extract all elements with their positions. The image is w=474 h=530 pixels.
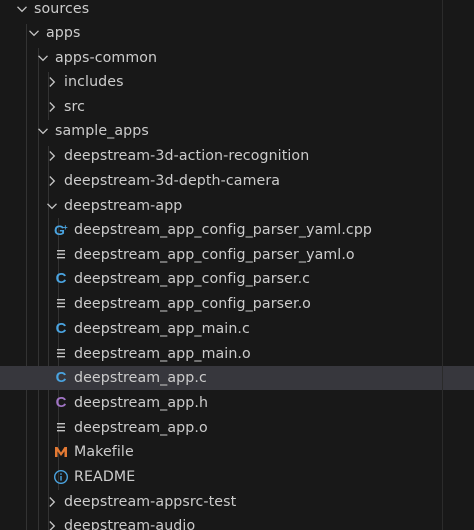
tree-folder-includes[interactable]: includes	[0, 70, 474, 94]
tree-file-deepstream-app-h[interactable]: C deepstream_app.h	[0, 391, 474, 415]
tree-folder-label: src	[64, 99, 86, 115]
c-file-icon: C	[55, 270, 67, 287]
tree-folder-sources[interactable]: sources	[0, 0, 456, 21]
tree-file-label: deepstream_app_config_parser_yaml.o	[74, 247, 355, 263]
tree-file-label: deepstream_app_config_parser_yaml.cpp	[74, 222, 373, 238]
tree-folder-deepstream-appsrc-test[interactable]: deepstream-appsrc-test	[0, 490, 474, 514]
tree-folder-label: deepstream-audio	[64, 518, 196, 530]
tree-folder-label: sources	[34, 1, 90, 17]
c-file-icon: C	[55, 369, 67, 386]
tree-file-deepstream-app-config-parser-c[interactable]: C deepstream_app_config_parser.c	[0, 267, 474, 291]
chevron-down-icon	[44, 198, 60, 214]
lines-file-icon	[53, 247, 69, 263]
h-file-icon: C	[55, 394, 67, 411]
tree-folder-deepstream-app[interactable]: deepstream-app	[0, 194, 474, 218]
tree-file-label: deepstream_app.c	[74, 370, 207, 386]
tree-folder-label: apps	[46, 25, 81, 41]
file-explorer: sources apps apps-common includes src sa…	[0, 0, 474, 530]
tree-file-label: deepstream_app.h	[74, 395, 209, 411]
tree-file-label: deepstream_app.o	[74, 420, 208, 436]
svg-text:+: +	[63, 223, 68, 232]
tree-file-label: deepstream_app_main.o	[74, 346, 251, 362]
chevron-right-icon	[44, 173, 60, 189]
tree-folder-label: deepstream-3d-depth-camera	[64, 173, 281, 189]
c-file-icon: C	[55, 320, 67, 337]
tree-file-deepstream-app-config-parser-yaml-o[interactable]: deepstream_app_config_parser_yaml.o	[0, 243, 474, 267]
tree-folder-label: deepstream-3d-action-recognition	[64, 148, 310, 164]
chevron-right-icon	[44, 148, 60, 164]
tree-file-deepstream-app-main-o[interactable]: deepstream_app_main.o	[0, 342, 474, 366]
lines-file-icon	[53, 420, 69, 436]
tree-folder-label: deepstream-appsrc-test	[64, 494, 237, 510]
tree-folder-apps[interactable]: apps	[0, 21, 468, 45]
chevron-right-icon	[44, 518, 60, 530]
cpp-file-icon: G +	[53, 222, 69, 238]
tree-folder-deepstream-audio[interactable]: deepstream-audio	[0, 514, 474, 530]
tree-file-deepstream-app-main-c[interactable]: C deepstream_app_main.c	[0, 317, 474, 341]
tree-folder-src[interactable]: src	[0, 95, 474, 119]
info-icon	[53, 469, 69, 485]
tree-folder-label: sample_apps	[55, 123, 149, 139]
tree-file-label: Makefile	[74, 444, 134, 460]
lines-file-icon	[53, 296, 69, 312]
tree-folder-label: includes	[64, 74, 124, 90]
tree-file-label: deepstream_app_main.c	[74, 321, 250, 337]
tree-file-deepstream-app-c[interactable]: C deepstream_app.c	[0, 366, 474, 390]
tree-file-deepstream-app-o[interactable]: deepstream_app.o	[0, 416, 474, 440]
tree-file-deepstream-app-config-parser-yaml-cpp[interactable]: G + deepstream_app_config_parser_yaml.cp…	[0, 218, 474, 242]
tree-file-label: deepstream_app_config_parser.o	[74, 296, 311, 312]
chevron-down-icon	[35, 50, 51, 66]
tree-file-deepstream-app-config-parser-o[interactable]: deepstream_app_config_parser.o	[0, 292, 474, 316]
tree-file-label: deepstream_app_config_parser.c	[74, 271, 311, 287]
tree-folder-deepstream-3d-action-recognition[interactable]: deepstream-3d-action-recognition	[0, 144, 474, 168]
chevron-down-icon	[14, 1, 30, 17]
chevron-down-icon	[26, 25, 42, 41]
panel-border	[442, 0, 443, 530]
tree-folder-sample-apps[interactable]: sample_apps	[0, 119, 474, 143]
tree-file-readme[interactable]: README	[0, 465, 474, 489]
chevron-right-icon	[44, 99, 60, 115]
chevron-down-icon	[35, 123, 51, 139]
tree-file-label: README	[74, 469, 136, 485]
chevron-right-icon	[44, 74, 60, 90]
tree-file-makefile[interactable]: Makefile	[0, 440, 474, 464]
tree-folder-label: deepstream-app	[64, 198, 183, 214]
chevron-right-icon	[44, 494, 60, 510]
tree-folder-apps-common[interactable]: apps-common	[0, 46, 474, 70]
tree-folder-label: apps-common	[55, 50, 158, 66]
makefile-icon	[53, 444, 69, 460]
lines-file-icon	[53, 346, 69, 362]
tree-folder-deepstream-3d-depth-camera[interactable]: deepstream-3d-depth-camera	[0, 169, 474, 193]
